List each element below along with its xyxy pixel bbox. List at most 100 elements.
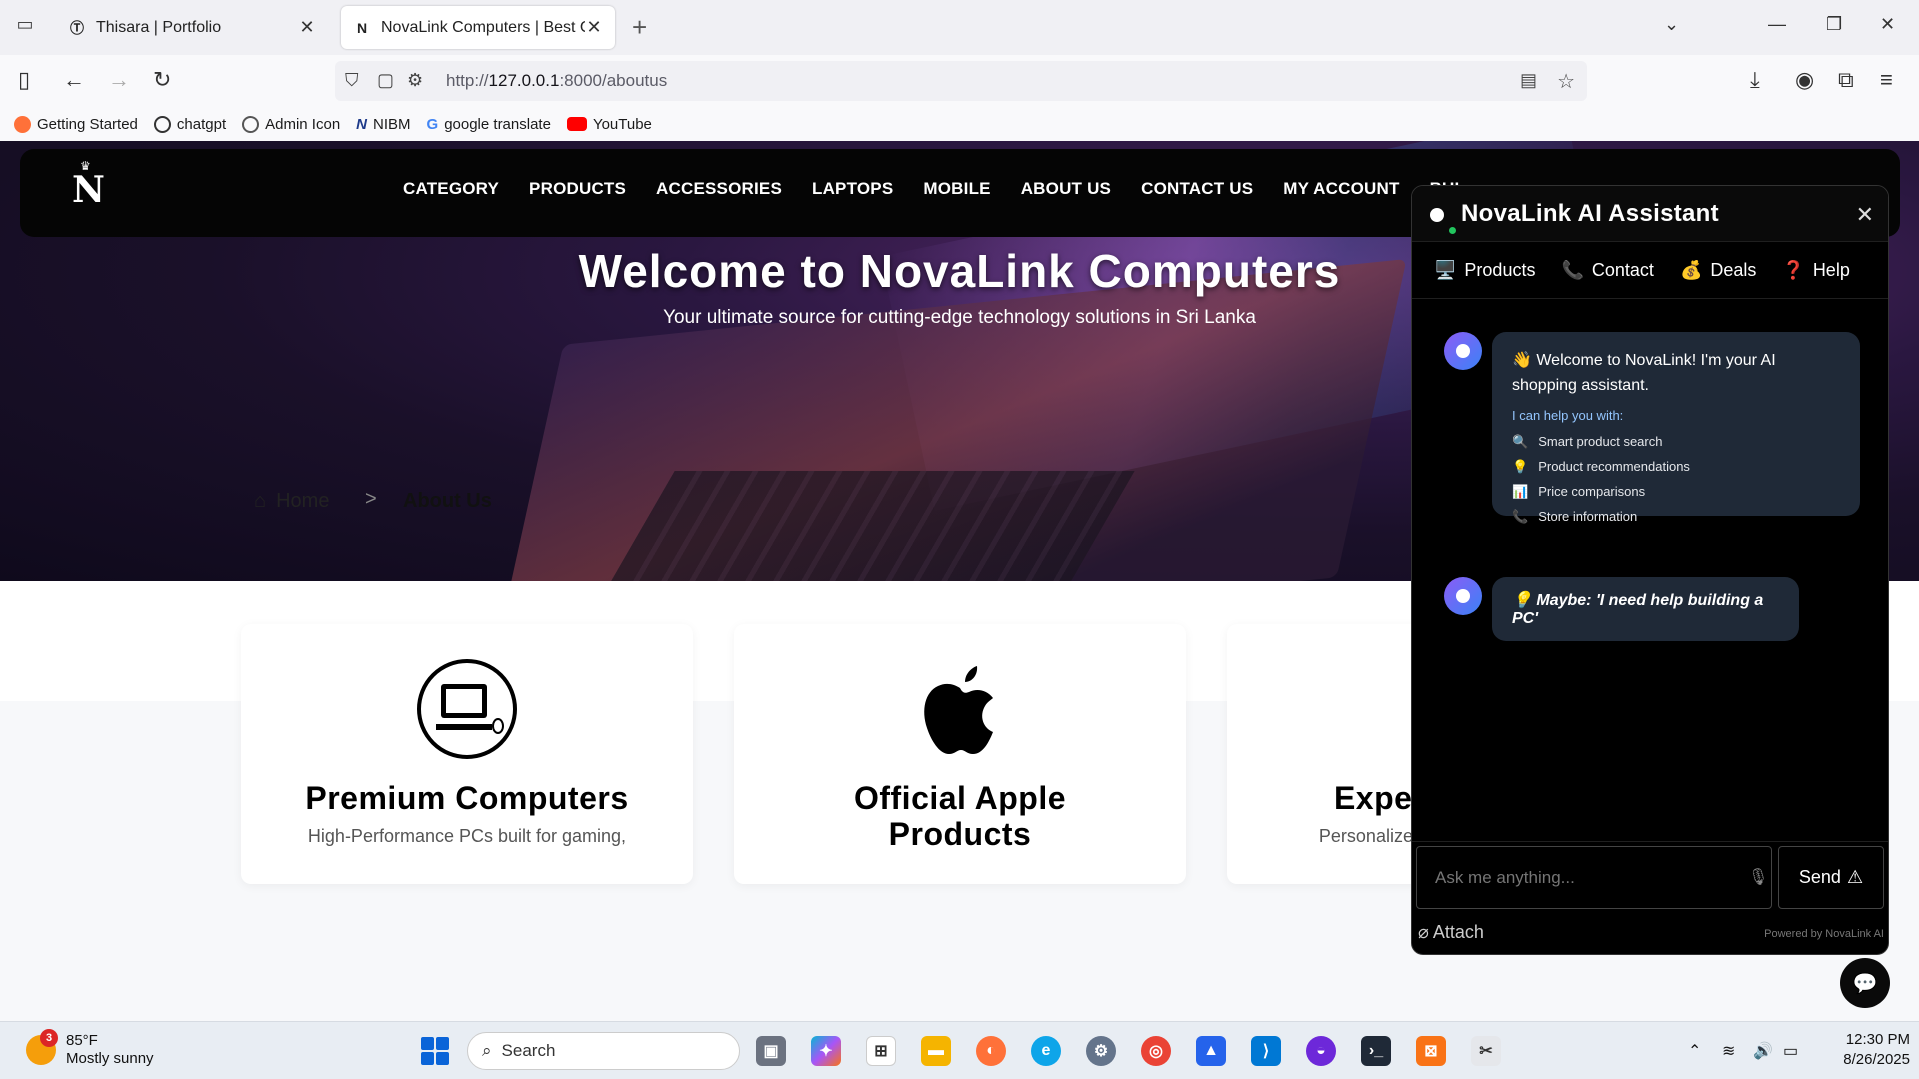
breadcrumb-chevron-icon: > bbox=[365, 488, 377, 510]
vscode-icon[interactable]: ⟩ bbox=[1251, 1036, 1281, 1066]
clock[interactable]: 12:30 PM 8/26/2025 bbox=[1820, 1030, 1910, 1070]
reload-icon[interactable]: ↻ bbox=[153, 67, 171, 93]
lightbulb-icon: 💡 bbox=[1512, 459, 1529, 474]
chat-tab-help[interactable]: ❓ Help bbox=[1782, 260, 1849, 281]
help-list: 🔍 Smart product search 💡 Product recommend… bbox=[1512, 429, 1840, 529]
chat-tab-label: Deals bbox=[1710, 259, 1757, 280]
menu-contact-us[interactable]: CONTACT US bbox=[1141, 179, 1253, 199]
bookmark-star-icon[interactable]: ☆ bbox=[1557, 69, 1575, 94]
extensions-icon[interactable]: ⧉ bbox=[1838, 67, 1854, 93]
sidebar-icon[interactable]: ▯ bbox=[18, 67, 30, 93]
portfolio-favicon-icon: Ⓣ bbox=[70, 19, 84, 36]
menu-accessories[interactable]: ACCESSORIES bbox=[656, 179, 782, 199]
chat-toggle-button[interactable]: 💬 bbox=[1840, 958, 1890, 1008]
chat-tab-contact[interactable]: 📞 Contact bbox=[1561, 260, 1653, 281]
start-button[interactable] bbox=[421, 1037, 449, 1065]
computer-icon bbox=[416, 658, 518, 760]
taskbar-search[interactable]: ⌕ Search bbox=[467, 1032, 740, 1070]
chat-tab-deals[interactable]: 💰 Deals bbox=[1680, 260, 1756, 281]
send-button[interactable]: Send ⚠ bbox=[1778, 846, 1884, 909]
site-logo[interactable]: N bbox=[72, 169, 105, 211]
bar-chart-icon: 📊 bbox=[1512, 484, 1529, 499]
bookmark-chatgpt[interactable]: chatgpt bbox=[153, 115, 227, 133]
download-icon[interactable]: ⤓ bbox=[1750, 67, 1760, 93]
microphone-icon[interactable]: 🎙 bbox=[1748, 867, 1768, 887]
volume-icon[interactable]: 🔊 bbox=[1753, 1041, 1773, 1061]
terminal-icon[interactable]: ›_ bbox=[1361, 1036, 1391, 1066]
bot-avatar-icon bbox=[1444, 332, 1482, 370]
list-item-text: Store information bbox=[1538, 509, 1638, 524]
bookmark-admin-icon[interactable]: Admin Icon bbox=[242, 115, 340, 133]
url-host: 127.0.0.1 bbox=[488, 71, 560, 90]
menu-my-account[interactable]: MY ACCOUNT bbox=[1283, 179, 1399, 199]
chat-close-icon[interactable]: ✕ bbox=[1856, 202, 1874, 228]
welcome-text: 👋 Welcome to NovaLink! I'm your AI shopp… bbox=[1512, 352, 1776, 394]
bookmark-google-translate[interactable]: Ggoogle translate bbox=[427, 116, 551, 133]
tab-title: Thisara | Portfolio bbox=[96, 18, 222, 36]
taskbar: 3 85°F Mostly sunny ⌕ Search ▣ ✦ ⊞ ▬ ◐ e ⚙… bbox=[0, 1021, 1919, 1079]
forward-icon[interactable]: → bbox=[108, 67, 130, 93]
github-icon[interactable]: ◒ bbox=[1306, 1036, 1336, 1066]
chat-input[interactable] bbox=[1416, 846, 1772, 909]
battery-icon[interactable]: ▭ bbox=[1783, 1041, 1798, 1061]
bookmarks-bar: Getting Started chatgpt Admin Icon N NIBM… bbox=[0, 107, 1919, 141]
paperclip-icon: ⌀ bbox=[1418, 922, 1429, 942]
account-icon[interactable]: ◉ bbox=[1795, 67, 1814, 93]
feature-card: Official Apple Products bbox=[734, 624, 1186, 884]
store-icon[interactable]: ⊞ bbox=[866, 1036, 896, 1066]
chat-message-suggestion[interactable]: 💡 Maybe: 'I need help building a PC' bbox=[1492, 577, 1799, 641]
wifi-icon[interactable]: ≋ bbox=[1722, 1041, 1735, 1061]
restore-icon[interactable]: ❐ bbox=[1826, 14, 1842, 35]
breadcrumb-home[interactable]: ⌂ Home bbox=[254, 490, 329, 513]
menu-products[interactable]: PRODUCTS bbox=[529, 179, 626, 199]
edge-icon[interactable]: e bbox=[1031, 1036, 1061, 1066]
permissions-icon[interactable]: ⚙ bbox=[407, 70, 423, 91]
copilot-icon[interactable]: ✦ bbox=[811, 1036, 841, 1066]
task-view-icon[interactable]: ▣ bbox=[756, 1036, 786, 1066]
bookmark-label: chatgpt bbox=[176, 115, 227, 133]
tab-overflow-chevron-icon[interactable]: ⌄ bbox=[1664, 14, 1679, 35]
card-description: High-Performance PCs built for gaming, bbox=[307, 826, 627, 846]
tab-novalink[interactable]: N NovaLink Computers | Best Com ✕ bbox=[341, 6, 615, 49]
new-tab-icon[interactable]: + bbox=[632, 12, 647, 43]
firefox-icon[interactable]: ◐ bbox=[976, 1036, 1006, 1066]
photos-icon[interactable]: ▲ bbox=[1196, 1036, 1226, 1066]
reader-view-icon[interactable]: ▤ bbox=[1520, 70, 1537, 91]
url-text[interactable]: http://127.0.0.1:8000/aboutus bbox=[446, 71, 667, 91]
menu-laptops[interactable]: LAPTOPS bbox=[812, 179, 893, 199]
bookmark-nibm[interactable]: N NIBM bbox=[356, 116, 410, 133]
snipping-tool-icon[interactable]: ✂ bbox=[1471, 1036, 1501, 1066]
close-window-icon[interactable]: ✕ bbox=[1880, 14, 1895, 35]
close-tab-icon[interactable]: ✕ bbox=[585, 17, 603, 38]
attach-button[interactable]: ⌀ Attach bbox=[1418, 922, 1484, 943]
card-title: Official Apple Products bbox=[853, 780, 1067, 852]
breadcrumb-current: About Us bbox=[403, 490, 492, 512]
weather-widget[interactable]: 3 85°F Mostly sunny bbox=[26, 1029, 154, 1068]
browser-tab-bar: ▭ Ⓣ Thisara | Portfolio ✕ N NovaLink Com… bbox=[0, 0, 1919, 55]
bookmark-getting-started[interactable]: Getting Started bbox=[14, 115, 138, 133]
shield-icon[interactable]: ⛉ bbox=[345, 70, 359, 91]
bookmark-youtube[interactable]: YouTube bbox=[566, 116, 652, 133]
file-explorer-icon[interactable]: ▬ bbox=[921, 1036, 951, 1066]
menu-about-us[interactable]: ABOUT US bbox=[1021, 179, 1111, 199]
main-menu: CATEGORY PRODUCTS ACCESSORIES LAPTOPS MO… bbox=[403, 179, 1459, 199]
menu-icon[interactable]: ≡ bbox=[1880, 67, 1893, 93]
chrome-icon[interactable]: ◎ bbox=[1141, 1036, 1171, 1066]
home-icon: ⌂ bbox=[254, 490, 267, 512]
close-tab-icon[interactable]: ✕ bbox=[298, 17, 316, 38]
minimize-icon[interactable]: — bbox=[1768, 14, 1786, 35]
menu-mobile[interactable]: MOBILE bbox=[923, 179, 990, 199]
back-icon[interactable]: ← bbox=[63, 67, 85, 93]
list-item: 🔍 Smart product search bbox=[1512, 429, 1840, 454]
menu-category[interactable]: CATEGORY bbox=[403, 179, 499, 199]
tab-list-icon[interactable]: ▭ bbox=[12, 14, 38, 40]
xampp-icon[interactable]: ⊠ bbox=[1416, 1036, 1446, 1066]
chat-tab-products[interactable]: 🖥️ Products bbox=[1434, 260, 1535, 281]
page-icon[interactable]: ▢ bbox=[377, 70, 394, 91]
tray-chevron-icon[interactable]: ⌃ bbox=[1688, 1041, 1701, 1061]
list-item: 📊 Price comparisons bbox=[1512, 479, 1840, 504]
attach-label: Attach bbox=[1432, 922, 1484, 942]
tab-portfolio[interactable]: Ⓣ Thisara | Portfolio ✕ bbox=[56, 6, 328, 49]
help-heading: I can help you with: bbox=[1512, 408, 1624, 423]
settings-icon[interactable]: ⚙ bbox=[1086, 1036, 1116, 1066]
